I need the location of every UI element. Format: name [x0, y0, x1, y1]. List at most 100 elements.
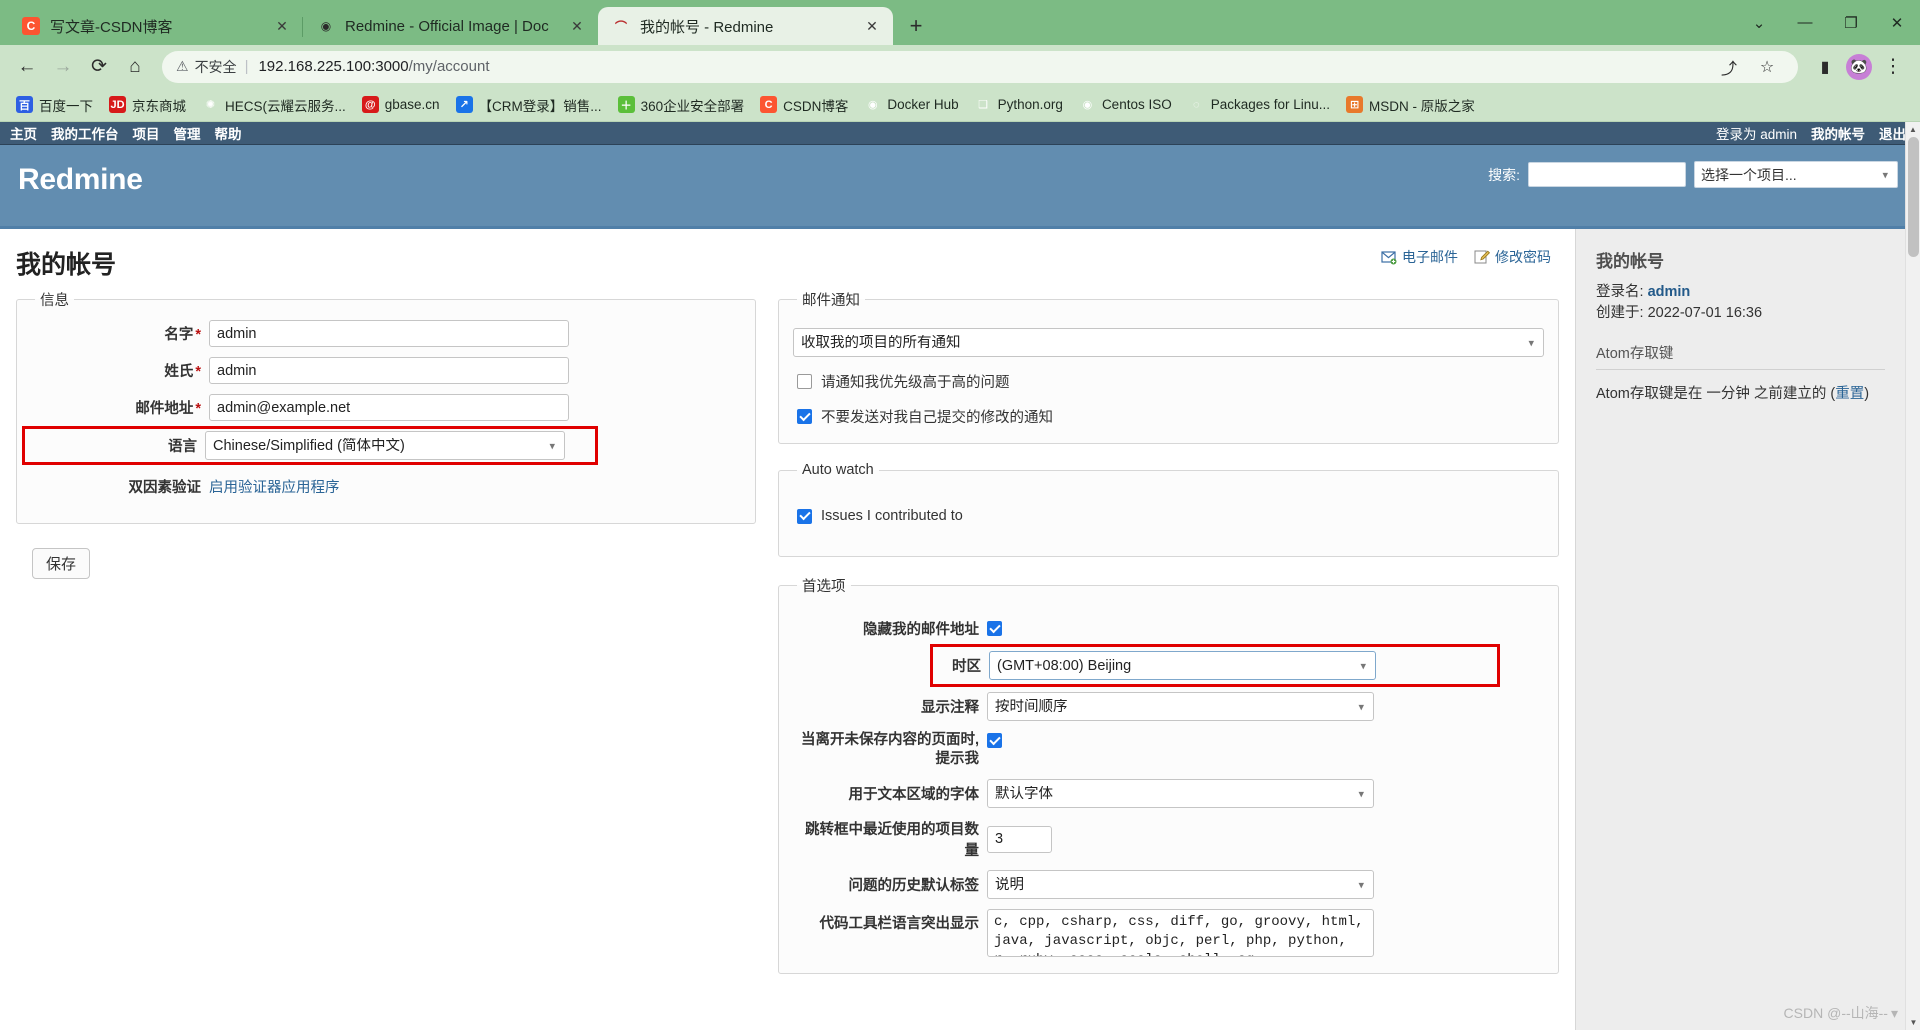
save-button[interactable]: 保存	[32, 548, 91, 579]
gbase-icon: @	[361, 96, 379, 113]
recent-projects-input[interactable]	[987, 825, 1052, 853]
tab-close-button[interactable]: ✕	[566, 15, 588, 37]
search-input[interactable]	[1528, 162, 1686, 187]
close-window-button[interactable]: ✕	[1874, 0, 1920, 45]
reload-button[interactable]: ⟳	[82, 50, 116, 84]
warn-leaving-checkbox[interactable]	[987, 733, 1002, 748]
language-select-wrapper: Chinese/Simplified (简体中文)	[205, 431, 565, 460]
browser-menu-icon[interactable]: ⋮	[1876, 50, 1910, 84]
browser-tab-2[interactable]: ⌒ 我的帐号 - Redmine ✕	[598, 7, 893, 45]
bookmark-label: 【CRM登录】销售...	[478, 98, 602, 114]
bookmark-python[interactable]: ❑ Python.org	[967, 92, 1071, 118]
profile-avatar[interactable]: 🐼	[1846, 53, 1872, 80]
topmenu-item-administration[interactable]: 管理	[174, 123, 201, 143]
bookmark-label: HECS(云耀云服务...	[225, 98, 346, 114]
toolbar-right-actions: ▮ 🐼 ⋮	[1808, 50, 1910, 84]
centos-icon: ◉	[1082, 99, 1093, 111]
topmenu-item-help[interactable]: 帮助	[215, 123, 242, 143]
new-tab-button[interactable]: +	[899, 9, 933, 43]
browser-tab-1[interactable]: ◉ Redmine - Official Image | Doc ✕	[302, 7, 598, 45]
email-input[interactable]	[209, 394, 569, 421]
form-columns: 信息 名字* 姓氏* 邮件地址*	[0, 289, 1575, 992]
pref-row-comments-order: 显示注释 按时间顺序	[793, 692, 1544, 721]
bookmark-baidu[interactable]: 百百度一下	[8, 92, 101, 118]
url-path: /my/account	[408, 58, 490, 75]
bookmark-label: MSDN - 原版之家	[1369, 98, 1475, 114]
required-marker: *	[195, 401, 201, 417]
home-button[interactable]: ⌂	[118, 50, 152, 84]
topmenu-logout[interactable]: 退出	[1879, 123, 1906, 143]
scroll-down-arrow[interactable]: ▼	[1906, 1015, 1920, 1030]
minimize-button[interactable]: —	[1782, 0, 1828, 45]
bookmark-packages[interactable]: ◌ Packages for Linu...	[1180, 92, 1338, 118]
scroll-up-arrow[interactable]: ▲	[1906, 122, 1920, 137]
tab-close-button[interactable]: ✕	[861, 15, 883, 37]
sidebar-title: 我的帐号	[1596, 252, 1664, 271]
bookmarks-bar: 百百度一下 JD 京东商城 ✺ HECS(云耀云服务... @ gbase.cn ↗ 【…	[0, 88, 1920, 122]
language-select[interactable]: Chinese/Simplified (简体中文)	[205, 431, 565, 460]
bookmark-centos[interactable]: ◉ Centos ISO	[1071, 92, 1180, 118]
bookmark-360[interactable]: ＋ 360企业安全部署	[610, 92, 753, 118]
hide-mail-checkbox[interactable]	[987, 621, 1002, 636]
star-icon[interactable]: ☆	[1750, 53, 1784, 81]
atom-reset-link[interactable]: 重置	[1835, 386, 1864, 402]
browser-tab-0[interactable]: C 写文章-CSDN博客 ✕	[8, 7, 303, 45]
code-languages-textarea[interactable]: c, cpp, csharp, css, diff, go, groovy, h…	[987, 909, 1374, 957]
checkbox-row-high-priority[interactable]: 请通知我优先级高于高的问题	[797, 371, 1544, 392]
lastname-label: 姓氏 *	[164, 364, 201, 380]
bookmark-msdn[interactable]: ⊞ MSDN - 原版之家	[1338, 92, 1483, 118]
scrollbar-thumb[interactable]	[1908, 137, 1919, 257]
topmenu-my-account[interactable]: 我的帐号	[1811, 123, 1865, 143]
comments-order-select[interactable]: 按时间顺序	[987, 692, 1374, 721]
high-priority-checkbox[interactable]	[797, 374, 812, 389]
back-button[interactable]: ←	[10, 50, 44, 84]
issues-contributed-checkbox[interactable]	[797, 508, 812, 524]
project-select[interactable]: 选择一个项目...	[1694, 161, 1898, 188]
textarea-font-label: 用于文本区域的字体	[848, 787, 980, 803]
checkbox-row-issues-contributed[interactable]: Issues I contributed to	[797, 508, 1544, 524]
tab-strip: C 写文章-CSDN博客 ✕ ◉ Redmine - Official Imag…	[0, 0, 1920, 45]
textarea-font-select[interactable]: 默认字体	[987, 779, 1374, 808]
bookmark-crm[interactable]: ↗ 【CRM登录】销售...	[448, 92, 610, 118]
lastname-input[interactable]	[209, 357, 569, 384]
bookmark-csdn[interactable]: C CSDN博客	[752, 92, 856, 118]
firstname-label: 名字 *	[164, 327, 201, 343]
address-bar[interactable]: ⚠ 不安全 | 192.168.225.100:3000/my/account …	[162, 50, 1798, 83]
checkbox-label: 请通知我优先级高于高的问题	[821, 375, 1010, 391]
notification-select[interactable]: 收取我的项目的所有通知	[793, 328, 1544, 357]
tab-title: 我的帐号 - Redmine	[640, 18, 774, 36]
comments-order-select-wrapper: 按时间顺序	[987, 692, 1374, 721]
recent-projects-label: 跳转框中最近使用的项目数量	[805, 822, 979, 859]
history-tab-select[interactable]: 说明	[987, 870, 1374, 899]
topmenu-item-projects[interactable]: 项目	[133, 123, 160, 143]
tab-close-button[interactable]: ✕	[271, 15, 293, 37]
page-title: 我的帐号	[16, 251, 117, 279]
enable-authenticator-link[interactable]: 启用验证器应用程序	[209, 476, 340, 497]
omnibox-separator: |	[244, 58, 249, 75]
bookmark-gbase[interactable]: @ gbase.cn	[354, 92, 448, 118]
topmenu-item-home[interactable]: 主页	[10, 123, 37, 143]
tab-search-icon[interactable]: ⌄	[1736, 0, 1782, 45]
maximize-button[interactable]: ❐	[1828, 0, 1874, 45]
firstname-input[interactable]	[209, 320, 569, 347]
share-icon[interactable]: ⤴	[1712, 53, 1746, 81]
bookmark-jd[interactable]: JD 京东商城	[101, 92, 194, 118]
bookmark-hecs[interactable]: ✺ HECS(云耀云服务...	[194, 92, 354, 118]
topmenu-item-my-page[interactable]: 我的工作台	[51, 123, 119, 143]
field-row-twofa: 双因素验证 启用验证器应用程序	[31, 476, 741, 497]
change-password-link[interactable]: 修改密码	[1474, 247, 1551, 267]
sidebar-atom-section-title: Atom存取键	[1596, 342, 1885, 370]
bookmark-label: 京东商城	[132, 98, 186, 114]
required-marker: *	[195, 364, 201, 380]
no-self-notified-checkbox[interactable]	[797, 409, 812, 424]
bookmark-docker-hub[interactable]: ◉ Docker Hub	[856, 92, 966, 118]
email-action-link[interactable]: 电子邮件	[1381, 247, 1458, 267]
watermark-text: CSDN @--山海--	[1783, 1005, 1888, 1021]
side-panel-icon[interactable]: ▮	[1808, 50, 1842, 84]
timezone-select-wrapper: (GMT+08:00) Beijing	[989, 651, 1376, 680]
notification-select-wrapper: 收取我的项目的所有通知	[793, 328, 1544, 357]
forward-button[interactable]: →	[46, 50, 80, 84]
checkbox-row-no-self-notified[interactable]: 不要发送对我自己提交的修改的通知	[797, 406, 1544, 427]
timezone-select[interactable]: (GMT+08:00) Beijing	[989, 651, 1376, 680]
page-scrollbar[interactable]: ▲ ▼	[1905, 122, 1920, 1030]
